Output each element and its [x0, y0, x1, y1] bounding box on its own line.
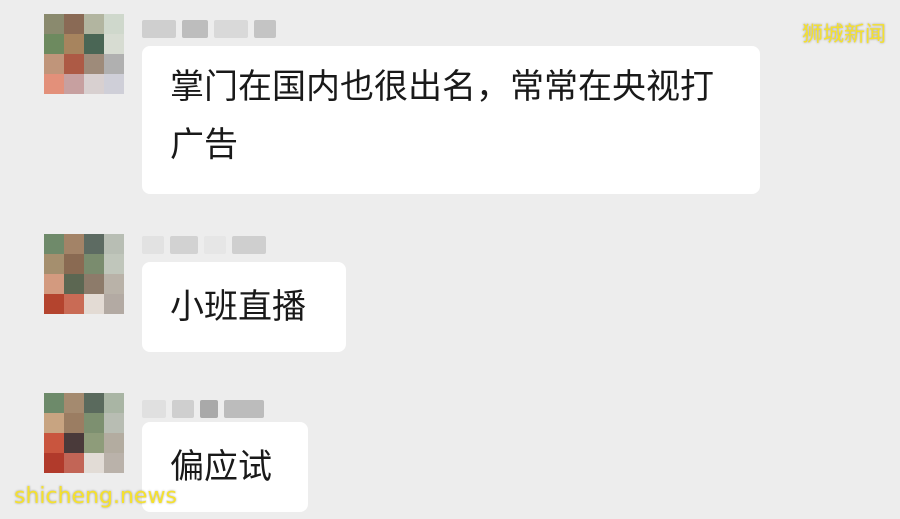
avatar-pixel	[64, 274, 84, 294]
avatar-pixel	[64, 393, 84, 413]
avatar-pixel	[104, 393, 124, 413]
watermark-logo-text: 狮城新闻	[802, 22, 886, 46]
avatar-pixel	[84, 453, 104, 473]
avatar-pixel	[104, 294, 124, 314]
avatar-pixel	[104, 453, 124, 473]
avatar-pixel	[44, 234, 64, 254]
avatar-pixel	[104, 234, 124, 254]
avatar-pixel	[104, 34, 124, 54]
avatar-pixel	[64, 413, 84, 433]
sender-name-pixel	[172, 400, 194, 418]
avatar-pixel	[104, 74, 124, 94]
sender-name-pixel	[142, 20, 176, 38]
avatar[interactable]	[44, 14, 124, 94]
avatar-pixel	[44, 294, 64, 314]
sender-name-pixel	[224, 400, 264, 418]
avatar-pixel	[64, 433, 84, 453]
message-text: 掌门在国内也很出名，常常在央视打广告	[170, 67, 714, 165]
avatar-pixel	[104, 54, 124, 74]
sender-name-pixel	[142, 236, 164, 254]
avatar-pixel	[44, 74, 64, 94]
sender-name-pixel	[170, 236, 198, 254]
avatar-pixel	[84, 234, 104, 254]
avatar-pixel	[44, 54, 64, 74]
avatar-pixel	[84, 274, 104, 294]
avatar-pixel	[64, 453, 84, 473]
avatar-pixel	[104, 274, 124, 294]
message-bubble[interactable]: 小班直播	[142, 262, 346, 352]
sender-name-pixel	[200, 400, 218, 418]
avatar-pixel	[84, 413, 104, 433]
avatar-pixel	[104, 413, 124, 433]
avatar-pixel	[64, 34, 84, 54]
avatar-pixel	[44, 393, 64, 413]
avatar-pixel	[64, 14, 84, 34]
avatar-pixel	[104, 254, 124, 274]
message-text: 偏应试	[170, 447, 272, 487]
avatar-pixel	[84, 34, 104, 54]
avatar-pixel	[84, 54, 104, 74]
sender-name-blurred	[142, 398, 264, 420]
sender-name-pixel	[142, 400, 166, 418]
sender-name-blurred	[142, 234, 266, 256]
avatar-pixel	[84, 433, 104, 453]
avatar-pixel	[44, 14, 64, 34]
message-text: 小班直播	[170, 287, 306, 327]
avatar-pixel	[44, 453, 64, 473]
avatar-pixel	[104, 14, 124, 34]
avatar-pixel	[44, 34, 64, 54]
avatar-pixel	[64, 74, 84, 94]
sender-name-pixel	[232, 236, 266, 254]
avatar-pixel	[64, 54, 84, 74]
sender-name-pixel	[214, 20, 248, 38]
avatar-pixel	[44, 433, 64, 453]
avatar-pixel	[44, 254, 64, 274]
avatar[interactable]	[44, 393, 124, 473]
avatar-pixel	[64, 294, 84, 314]
avatar-pixel	[64, 234, 84, 254]
sender-name-pixel	[204, 236, 226, 254]
avatar[interactable]	[44, 234, 124, 314]
sender-name-blurred	[142, 18, 276, 40]
avatar-pixel	[84, 294, 104, 314]
avatar-pixel	[84, 14, 104, 34]
message-bubble[interactable]: 掌门在国内也很出名，常常在央视打广告	[142, 46, 760, 194]
sender-name-pixel	[254, 20, 276, 38]
avatar-pixel	[84, 74, 104, 94]
avatar-pixel	[44, 274, 64, 294]
avatar-pixel	[104, 433, 124, 453]
avatar-pixel	[84, 254, 104, 274]
avatar-pixel	[84, 393, 104, 413]
avatar-pixel	[44, 413, 64, 433]
sender-name-pixel	[182, 20, 208, 38]
watermark-url: shicheng.news	[14, 484, 177, 509]
avatar-pixel	[64, 254, 84, 274]
chat-window: 掌门在国内也很出名，常常在央视打广告 小班直播 偏应试 狮城新闻 shichen…	[0, 0, 900, 519]
